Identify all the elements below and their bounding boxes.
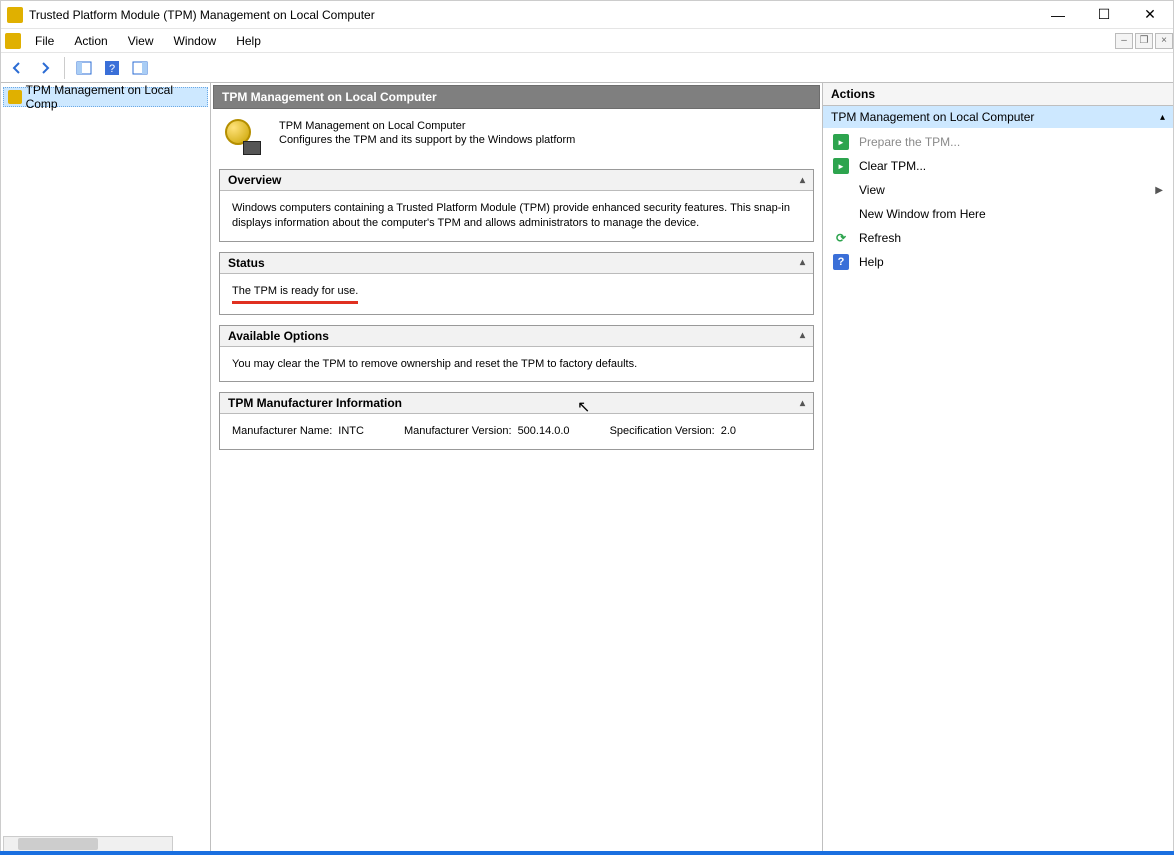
collapse-caret-icon: ▴: [800, 257, 805, 268]
tpm-key-chip-icon: [225, 119, 261, 155]
status-title: Status: [228, 256, 265, 270]
nav-back-button[interactable]: [5, 56, 29, 80]
status-text: The TPM is ready for use.: [232, 284, 358, 304]
minimize-button[interactable]: —: [1035, 1, 1081, 29]
action-clear-label: Clear TPM...: [859, 159, 926, 173]
toolbar: ?: [1, 53, 1173, 83]
main-panes: TPM Management on Local Comp TPM Managem…: [1, 83, 1173, 852]
play-icon: [833, 134, 849, 150]
intro-subtitle: Configures the TPM and its support by th…: [279, 133, 575, 147]
actions-title: Actions: [823, 83, 1173, 106]
action-new-window[interactable]: New Window from Here: [823, 202, 1173, 226]
blank-icon: [833, 182, 849, 198]
options-title: Available Options: [228, 329, 329, 343]
toolbar-separator: [64, 57, 65, 79]
scrollbar-thumb[interactable]: [18, 838, 98, 850]
overview-title: Overview: [228, 173, 281, 187]
tree-horizontal-scrollbar[interactable]: [3, 836, 173, 852]
center-header: TPM Management on Local Computer: [213, 85, 820, 109]
app-icon: [7, 7, 23, 23]
section-status-header[interactable]: Status ▴: [220, 253, 813, 274]
maximize-button[interactable]: ☐: [1081, 1, 1127, 29]
section-manufacturer-header[interactable]: TPM Manufacturer Information ▴: [220, 393, 813, 414]
mfr-name-label: Manufacturer Name:: [232, 424, 332, 439]
overview-body: Windows computers containing a Trusted P…: [220, 191, 813, 241]
section-status: Status ▴ The TPM is ready for use.: [219, 252, 814, 315]
center-pane: TPM Management on Local Computer TPM Man…: [211, 83, 823, 852]
mdi-controls: – ❐ ×: [1113, 33, 1173, 49]
intro-text: TPM Management on Local Computer Configu…: [279, 119, 575, 148]
actions-group-header[interactable]: TPM Management on Local Computer ▴: [823, 106, 1173, 128]
window-title: Trusted Platform Module (TPM) Management…: [29, 8, 375, 22]
section-options: Available Options ▴ You may clear the TP…: [219, 325, 814, 383]
help-button[interactable]: ?: [100, 56, 124, 80]
window-titlebar: Trusted Platform Module (TPM) Management…: [1, 1, 1173, 29]
collapse-caret-icon: ▴: [1160, 112, 1165, 123]
tree-pane: TPM Management on Local Comp: [1, 83, 211, 852]
action-refresh[interactable]: ⟳ Refresh: [823, 226, 1173, 250]
tree-node-tpm[interactable]: TPM Management on Local Comp: [3, 87, 208, 107]
action-view[interactable]: View ▶: [823, 178, 1173, 202]
nav-forward-button[interactable]: [33, 56, 57, 80]
section-overview: Overview ▴ Windows computers containing …: [219, 169, 814, 242]
menubar: File Action View Window Help – ❐ ×: [1, 29, 1173, 53]
close-button[interactable]: ✕: [1127, 1, 1173, 29]
action-prepare-label: Prepare the TPM...: [859, 135, 960, 149]
app-small-icon: [5, 33, 21, 49]
menu-file[interactable]: File: [25, 34, 64, 48]
mfr-version-label: Manufacturer Version:: [404, 424, 512, 439]
tree-node-label: TPM Management on Local Comp: [26, 83, 203, 111]
action-prepare-tpm: Prepare the TPM...: [823, 130, 1173, 154]
bottom-accent-strip: [0, 851, 1174, 855]
refresh-icon: ⟳: [833, 230, 849, 246]
spec-version-value: 2.0: [721, 424, 736, 439]
status-body: The TPM is ready for use.: [220, 274, 813, 314]
play-icon: [833, 158, 849, 174]
actions-group-label: TPM Management on Local Computer: [831, 110, 1034, 124]
action-list: Prepare the TPM... Clear TPM... View ▶ N…: [823, 128, 1173, 276]
intro-row: TPM Management on Local Computer Configu…: [225, 119, 808, 155]
actions-pane: Actions TPM Management on Local Computer…: [823, 83, 1173, 852]
collapse-caret-icon: ▴: [800, 175, 805, 186]
show-hide-tree-button[interactable]: [72, 56, 96, 80]
collapse-caret-icon: ▴: [800, 398, 805, 409]
mfr-version-value: 500.14.0.0: [518, 424, 570, 439]
section-manufacturer: TPM Manufacturer Information ▴ Manufactu…: [219, 392, 814, 450]
action-help[interactable]: ? Help: [823, 250, 1173, 274]
spec-version-label: Specification Version:: [610, 424, 715, 439]
action-new-window-label: New Window from Here: [859, 207, 986, 221]
action-refresh-label: Refresh: [859, 231, 901, 245]
manufacturer-title: TPM Manufacturer Information: [228, 396, 402, 410]
action-clear-tpm[interactable]: Clear TPM...: [823, 154, 1173, 178]
action-help-label: Help: [859, 255, 884, 269]
tpm-tree-icon: [8, 90, 22, 104]
help-icon: ?: [833, 254, 849, 270]
svg-text:?: ?: [109, 63, 115, 75]
menu-help[interactable]: Help: [226, 34, 271, 48]
submenu-caret-icon: ▶: [1155, 185, 1163, 196]
menu-window[interactable]: Window: [164, 34, 227, 48]
manufacturer-body: Manufacturer Name: INTC Manufacturer Ver…: [220, 414, 813, 449]
menu-view[interactable]: View: [118, 34, 164, 48]
mdi-minimize[interactable]: –: [1115, 33, 1133, 49]
collapse-caret-icon: ▴: [800, 330, 805, 341]
action-view-label: View: [859, 183, 885, 197]
show-actions-button[interactable]: [128, 56, 152, 80]
mfr-name-value: INTC: [338, 424, 364, 439]
blank-icon: [833, 206, 849, 222]
options-body: You may clear the TPM to remove ownershi…: [220, 347, 813, 382]
mdi-close[interactable]: ×: [1155, 33, 1173, 49]
mdi-restore[interactable]: ❐: [1135, 33, 1153, 49]
section-overview-header[interactable]: Overview ▴: [220, 170, 813, 191]
intro-title: TPM Management on Local Computer: [279, 119, 575, 133]
section-options-header[interactable]: Available Options ▴: [220, 326, 813, 347]
window-controls: — ☐ ✕: [1035, 1, 1173, 29]
menu-action[interactable]: Action: [64, 34, 117, 48]
